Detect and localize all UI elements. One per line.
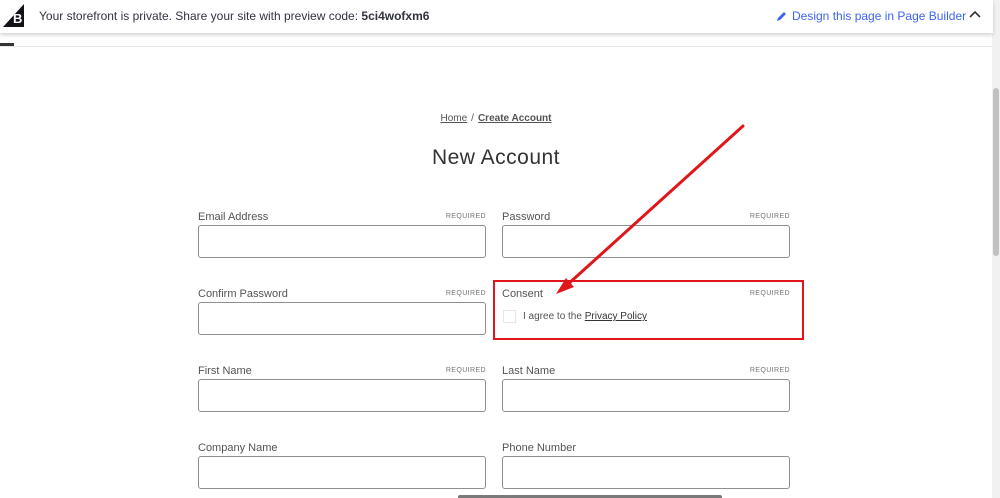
- annotation-arrow: [556, 124, 745, 294]
- confirm-password-input[interactable]: [198, 302, 486, 335]
- password-input[interactable]: [502, 225, 790, 258]
- email-input[interactable]: [198, 225, 486, 258]
- required-tag: REQUIRED: [445, 290, 486, 297]
- last-name-label: Last Name: [502, 365, 556, 377]
- scrollbar-thumb[interactable]: [993, 88, 999, 256]
- preview-banner: B Your storefront is private. Share your…: [0, 0, 993, 33]
- first-name-label: First Name: [198, 365, 252, 377]
- company-name-input[interactable]: [198, 456, 486, 489]
- required-tag: REQUIRED: [749, 213, 790, 220]
- last-name-input[interactable]: [502, 379, 790, 412]
- breadcrumb-current[interactable]: Create Account: [478, 113, 552, 124]
- required-tag: REQUIRED: [445, 367, 486, 374]
- design-page-link-label: Design this page in Page Builder: [792, 9, 967, 23]
- header-divider: [0, 46, 992, 47]
- confirm-password-label: Confirm Password: [198, 288, 288, 300]
- phone-number-label: Phone Number: [502, 442, 576, 454]
- design-page-link[interactable]: Design this page in Page Builder: [776, 9, 966, 23]
- password-label: Password: [502, 211, 551, 223]
- svg-text:B: B: [13, 11, 22, 26]
- company-name-label: Company Name: [198, 442, 278, 454]
- banner-message-text: Your storefront is private. Share your s…: [39, 9, 362, 23]
- required-tag: REQUIRED: [445, 213, 486, 220]
- first-name-input[interactable]: [198, 379, 486, 412]
- bigcommerce-logo-icon[interactable]: B: [2, 2, 26, 28]
- pencil-icon: [777, 12, 786, 21]
- banner-message: Your storefront is private. Share your s…: [39, 9, 429, 23]
- breadcrumb-separator: /: [471, 113, 474, 124]
- breadcrumb-home[interactable]: Home: [440, 113, 467, 124]
- chevron-up-icon[interactable]: [968, 6, 982, 22]
- page-title: New Account: [431, 146, 561, 169]
- preview-code: 5ci4wofxm6: [361, 9, 430, 23]
- annotation-highlight-box: [493, 280, 804, 340]
- phone-number-input[interactable]: [502, 456, 790, 489]
- breadcrumb: Home / Create Account: [0, 113, 992, 124]
- email-label: Email Address: [198, 211, 269, 223]
- required-tag: REQUIRED: [749, 367, 790, 374]
